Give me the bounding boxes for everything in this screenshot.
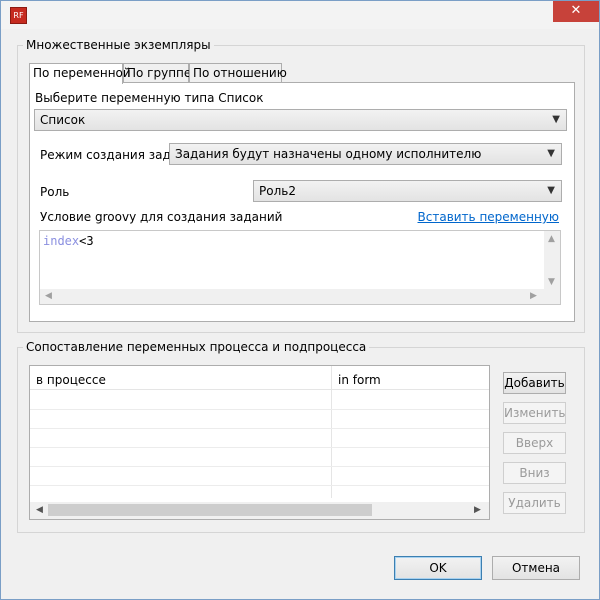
list-variable-select[interactable]: Список ▼ — [34, 109, 567, 131]
dialog-window: RF ✕ Множественные экземпляры По перемен… — [0, 0, 600, 600]
code-vertical-scrollbar[interactable]: ▲ ▼ — [544, 231, 560, 291]
multiple-instances-title: Множественные экземпляры — [23, 38, 214, 52]
edit-mapping-button[interactable]: Изменить — [503, 402, 566, 424]
groovy-code-editor[interactable]: index<3 ▲ ▼ ◀ ▶ — [39, 230, 561, 305]
column-header-process[interactable]: в процессе — [30, 366, 106, 390]
variable-mapping-title: Сопоставление переменных процесса и подп… — [23, 340, 370, 354]
role-label: Роль — [40, 185, 70, 199]
role-select[interactable]: Роль2 ▼ — [253, 180, 562, 202]
move-down-button[interactable]: Вниз — [503, 462, 566, 484]
groovy-code-rest: <3 — [79, 234, 94, 248]
tab-by-relation[interactable]: По отношению — [189, 63, 287, 83]
delete-mapping-button[interactable]: Удалить — [503, 492, 566, 514]
move-up-button[interactable]: Вверх — [503, 432, 566, 454]
chevron-down-icon: ▼ — [547, 148, 555, 159]
tab-by-group[interactable]: По группе — [123, 63, 191, 83]
task-mode-select[interactable]: Задания будут назначены одному исполните… — [169, 143, 562, 165]
chevron-down-icon: ▼ — [552, 114, 560, 125]
task-mode-value: Задания будут назначены одному исполните… — [175, 147, 482, 161]
groovy-code-text: index<3 — [43, 234, 94, 248]
role-value: Роль2 — [259, 184, 296, 198]
scroll-up-icon[interactable]: ▲ — [548, 234, 555, 244]
mapping-table-header: в процессе in form — [30, 366, 489, 390]
ok-button[interactable]: OK — [394, 556, 482, 580]
title-bar: RF ✕ — [1, 1, 599, 29]
table-row — [30, 485, 489, 486]
list-variable-value: Список — [40, 113, 86, 127]
groovy-condition-label: Условие groovy для создания заданий — [40, 210, 283, 224]
tab-by-variable[interactable]: По переменной — [29, 63, 131, 84]
table-row — [30, 447, 489, 448]
close-button[interactable]: ✕ — [553, 1, 599, 22]
scroll-right-icon[interactable]: ▶ — [530, 291, 537, 301]
scroll-left-icon[interactable]: ◀ — [45, 291, 52, 301]
groovy-code-keyword: index — [43, 234, 80, 248]
list-variable-label: Выберите переменную типа Список — [35, 91, 264, 105]
chevron-down-icon: ▼ — [547, 185, 555, 196]
task-mode-label: Режим создания задач — [40, 148, 186, 162]
cancel-button[interactable]: Отмена — [492, 556, 580, 580]
scroll-left-icon[interactable]: ◀ — [36, 505, 43, 515]
code-horizontal-scrollbar[interactable]: ◀ ▶ — [40, 289, 560, 304]
table-scroll-thumb[interactable] — [48, 504, 372, 516]
table-row — [30, 428, 489, 429]
column-divider — [331, 366, 332, 498]
app-logo-icon: RF — [10, 7, 27, 24]
mapping-table[interactable]: в процессе in form ◀ ▶ — [29, 365, 490, 520]
add-mapping-button[interactable]: Добавить — [503, 372, 566, 394]
scroll-down-icon[interactable]: ▼ — [548, 277, 555, 287]
insert-variable-link[interactable]: Вставить переменную — [418, 210, 559, 224]
table-row — [30, 409, 489, 410]
column-header-form[interactable]: in form — [332, 366, 381, 390]
table-horizontal-scrollbar[interactable]: ◀ ▶ — [30, 502, 489, 519]
table-row — [30, 466, 489, 467]
scroll-right-icon[interactable]: ▶ — [474, 505, 481, 515]
